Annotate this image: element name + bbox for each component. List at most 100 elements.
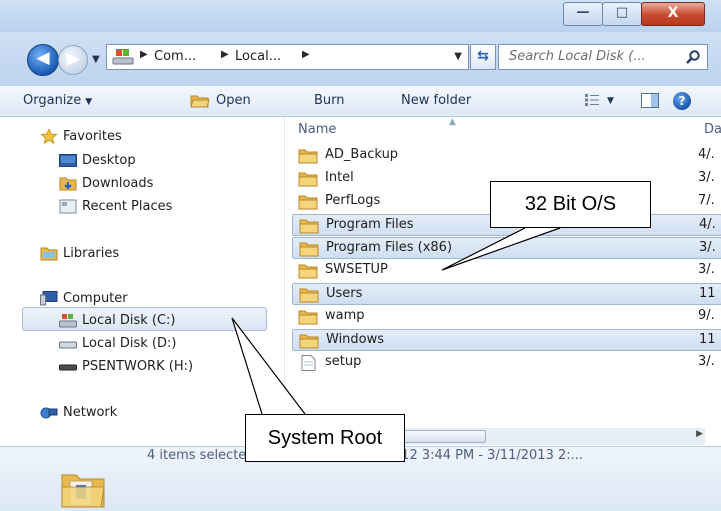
chevron-down-icon: ▼ xyxy=(85,97,93,107)
refresh-icon: ⇆ xyxy=(477,48,489,64)
folder-icon xyxy=(298,310,318,325)
folder-icon xyxy=(299,242,319,257)
file-name: Users xyxy=(326,286,363,301)
file-name: Program Files xyxy=(326,217,414,232)
nav-libraries-label: Libraries xyxy=(63,246,120,261)
view-dropdown-icon[interactable]: ▼ xyxy=(607,96,614,106)
nav-psentwork-label: PSENTWORK (H:) xyxy=(82,359,194,374)
libraries-icon xyxy=(40,247,58,261)
file-date: 3/. xyxy=(698,170,715,185)
help-icon[interactable]: ? xyxy=(673,92,691,110)
breadcrumb-separator-icon[interactable]: ▶ xyxy=(140,49,148,60)
nav-recent-places-label: Recent Places xyxy=(82,199,173,214)
callout-32-bit-os: 32 Bit O/S xyxy=(490,181,651,228)
file-name: Windows xyxy=(326,332,385,347)
maximize-button[interactable]: □ xyxy=(602,2,642,26)
new-folder-button[interactable]: New folder xyxy=(401,93,471,108)
file-name: setup xyxy=(325,354,362,369)
close-button[interactable]: X xyxy=(641,2,705,26)
preview-pane-icon[interactable] xyxy=(641,93,659,108)
pane-splitter[interactable] xyxy=(284,117,285,428)
file-icon xyxy=(301,355,316,371)
desktop-icon xyxy=(59,154,77,167)
open-button[interactable]: Open xyxy=(216,93,251,108)
nav-local-disk-d-label: Local Disk (D:) xyxy=(82,336,177,351)
title-bar: — □ X xyxy=(0,0,721,32)
star-icon xyxy=(40,129,58,144)
file-date: 3/. xyxy=(698,262,715,277)
file-date: 11 xyxy=(699,332,716,347)
breadcrumb-separator-icon[interactable]: ▶ xyxy=(221,49,229,60)
file-name: Program Files (x86) xyxy=(326,240,453,255)
command-toolbar: Organize ▼ Open Burn New folder ▼ ? xyxy=(0,86,721,117)
file-name: AD_Backup xyxy=(325,147,399,162)
network-drive-icon xyxy=(59,364,77,371)
folder-icon xyxy=(298,149,318,164)
computer-icon xyxy=(40,291,58,306)
drive-icon xyxy=(59,341,77,349)
breadcrumb-separator-icon[interactable]: ▶ xyxy=(302,49,310,60)
file-date: 11 xyxy=(699,286,716,301)
file-row[interactable]: Windows 11 xyxy=(292,329,721,351)
view-options-icon[interactable] xyxy=(585,94,599,106)
maximize-icon: □ xyxy=(615,5,629,20)
organize-button[interactable]: Organize ▼ xyxy=(23,93,92,108)
search-placeholder: Search Local Disk (... xyxy=(509,49,646,64)
forward-arrow-icon: ▶ xyxy=(66,49,80,69)
organize-label: Organize xyxy=(23,93,82,108)
file-name: SWSETUP xyxy=(325,262,388,277)
sort-ascending-icon: ▲ xyxy=(449,117,456,127)
nav-network-label: Network xyxy=(63,405,118,420)
column-header-name[interactable]: Name xyxy=(298,122,336,137)
scroll-right-icon[interactable]: ▶ xyxy=(696,429,703,439)
file-row[interactable]: setup 3/. xyxy=(292,352,721,374)
nav-downloads-label: Downloads xyxy=(82,176,154,191)
file-date: 3/. xyxy=(698,354,715,369)
file-date: 3/. xyxy=(699,240,716,255)
navigation-bar: ◀ ▶ ▼ ▶ Com... ▶ Local... ▶ ▼ ⇆ Search L… xyxy=(0,32,721,86)
network-icon xyxy=(40,407,58,419)
column-header-date[interactable]: Da xyxy=(704,122,721,137)
file-row[interactable]: AD_Backup 4/. xyxy=(292,145,721,167)
callout-system-root: System Root xyxy=(245,414,405,462)
folder-icon xyxy=(299,288,319,303)
folder-icon xyxy=(298,264,318,279)
breadcrumb-computer[interactable]: Com... xyxy=(154,49,196,64)
selected-folders-icon xyxy=(61,474,105,508)
file-row[interactable]: Users 11 xyxy=(292,283,721,305)
nav-computer-label: Computer xyxy=(63,291,128,306)
file-name: PerfLogs xyxy=(325,193,381,208)
explorer-window: — □ X ◀ ▶ ▼ ▶ Com... ▶ Local... ▶ ▼ ⇆ Se… xyxy=(0,0,721,511)
file-date: 9/. xyxy=(698,308,715,323)
minimize-button[interactable]: — xyxy=(563,2,603,26)
refresh-button[interactable]: ⇆ xyxy=(470,44,496,70)
folder-icon xyxy=(298,172,318,187)
search-input[interactable]: Search Local Disk (... xyxy=(498,44,708,70)
file-name: Intel xyxy=(325,170,354,185)
recent-places-icon xyxy=(59,199,77,214)
file-row[interactable]: wamp 9/. xyxy=(292,306,721,328)
drive-icon xyxy=(112,49,134,65)
system-drive-icon xyxy=(59,314,77,328)
breadcrumb-local-disk[interactable]: Local... xyxy=(235,49,281,64)
address-bar[interactable]: ▶ Com... ▶ Local... ▶ ▼ xyxy=(106,44,469,70)
back-button[interactable]: ◀ xyxy=(27,44,59,76)
file-name: wamp xyxy=(325,308,365,323)
address-dropdown-icon[interactable]: ▼ xyxy=(454,51,462,62)
file-row[interactable]: SWSETUP 3/. xyxy=(292,260,721,282)
file-date: 4/. xyxy=(698,147,715,162)
burn-button[interactable]: Burn xyxy=(314,93,345,108)
downloads-icon xyxy=(59,177,77,191)
file-date: 4/. xyxy=(699,217,716,232)
folder-icon xyxy=(299,334,319,349)
open-folder-icon xyxy=(190,95,210,108)
nav-desktop-label: Desktop xyxy=(82,153,136,168)
close-icon: X xyxy=(667,5,679,21)
nav-favorites-label: Favorites xyxy=(63,129,122,144)
nav-local-disk-c-label: Local Disk (C:) xyxy=(82,313,176,328)
forward-button[interactable]: ▶ xyxy=(58,45,88,75)
recent-pages-dropdown-icon[interactable]: ▼ xyxy=(92,54,100,65)
file-list: ▲ Name Da AD_Backup 4/. Intel 3/. PerfLogs 7/… xyxy=(286,117,721,428)
minimize-icon: — xyxy=(576,5,590,20)
file-row[interactable]: Program Files (x86) 3/. xyxy=(292,237,721,259)
